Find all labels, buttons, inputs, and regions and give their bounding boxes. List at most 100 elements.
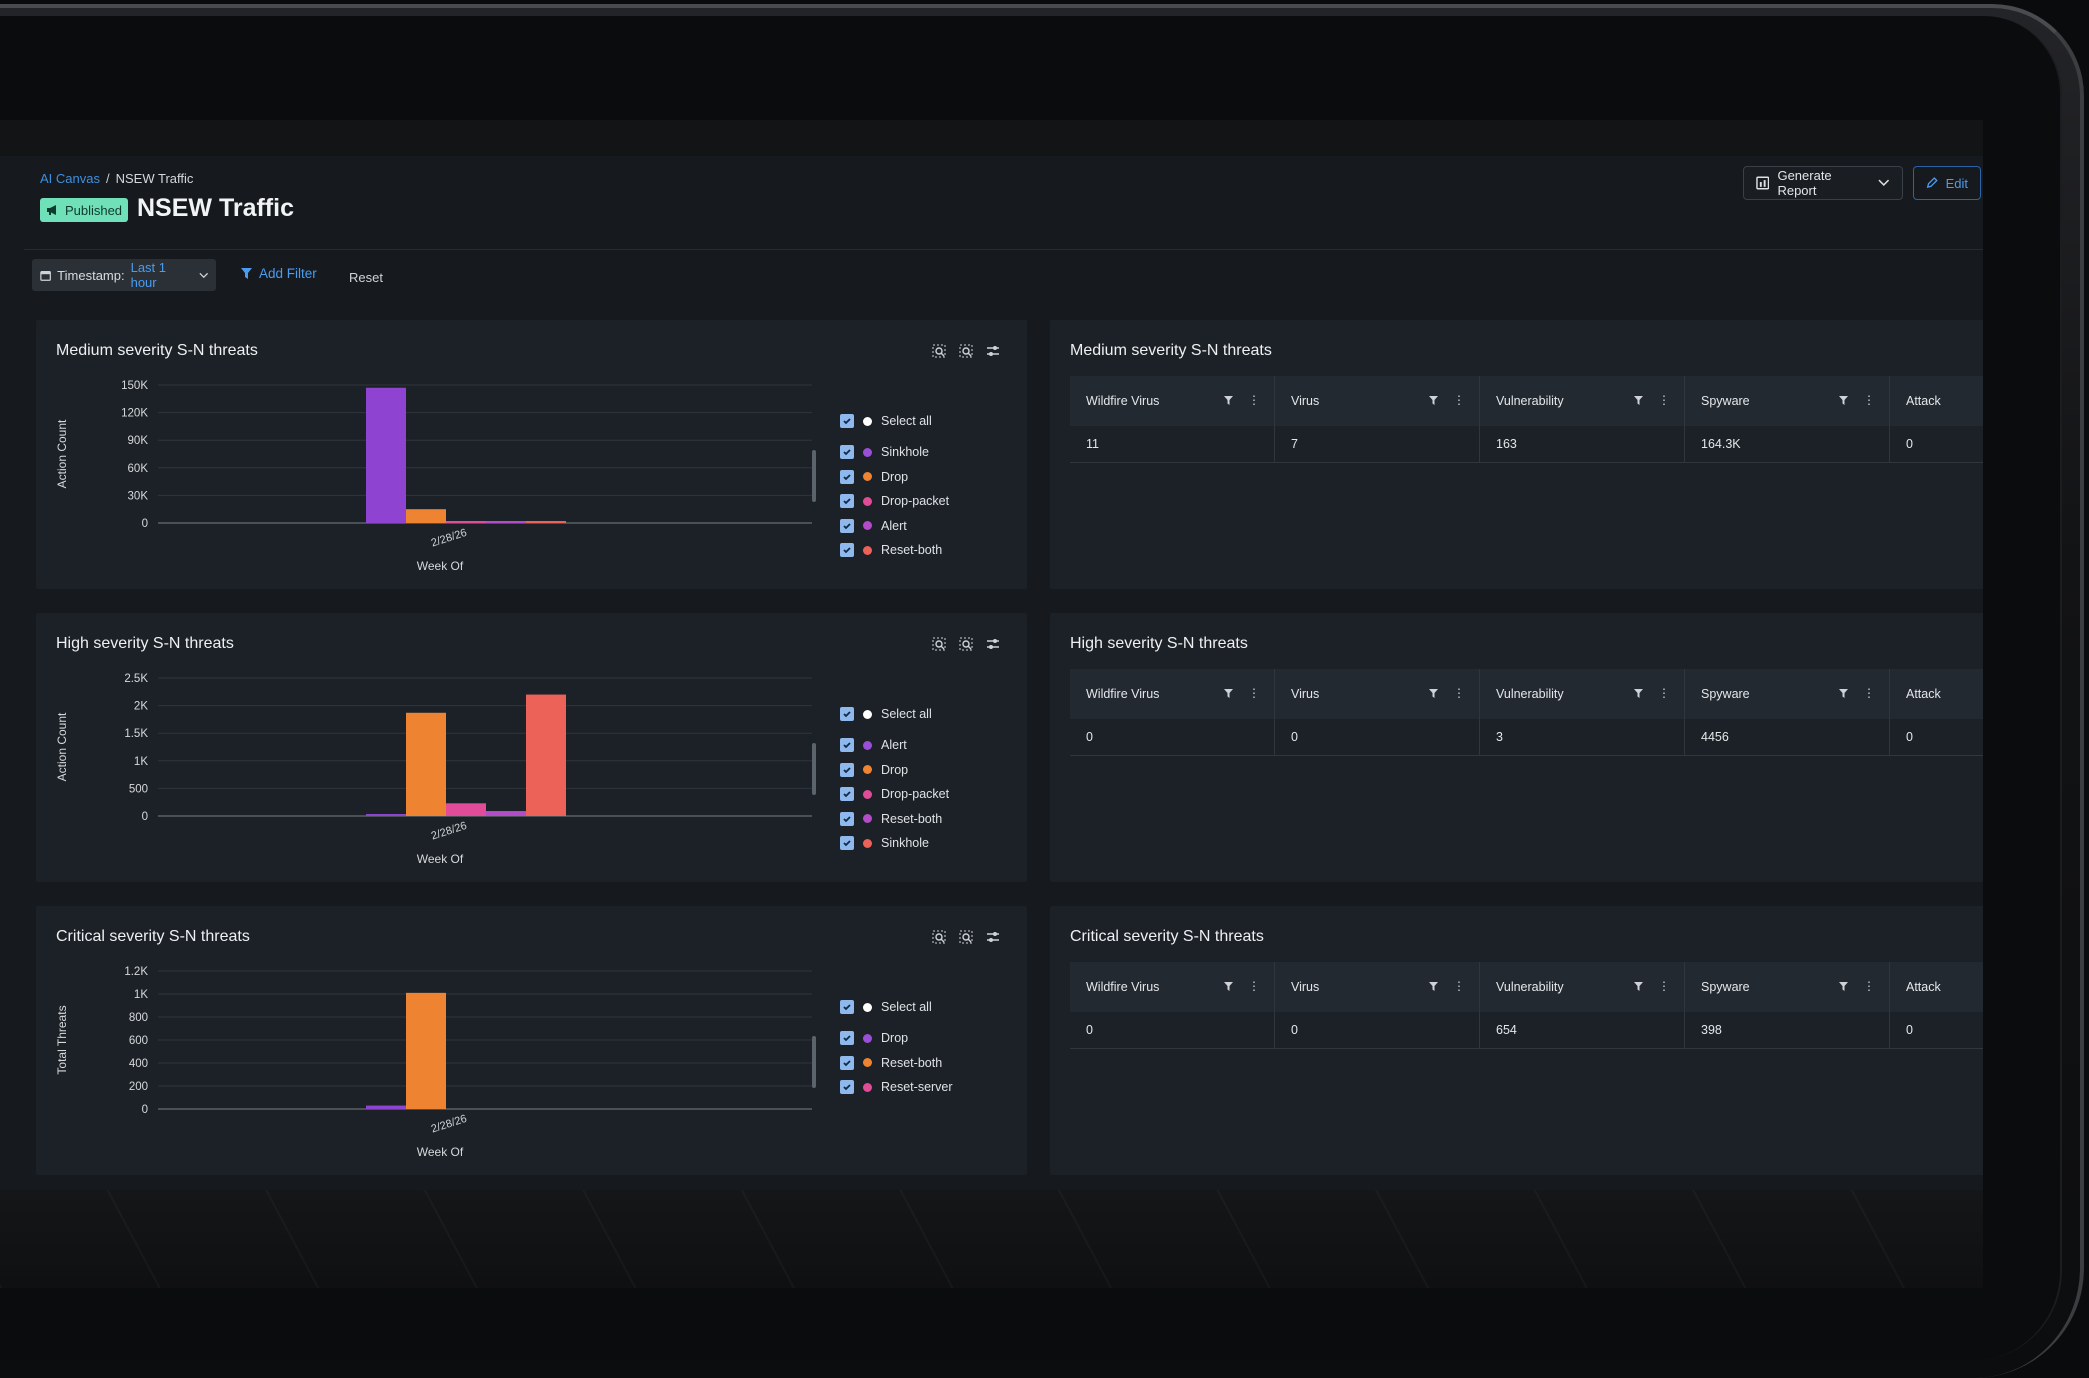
legend-item[interactable]: Drop [840, 469, 908, 485]
column-header[interactable]: Virus ⋮ [1275, 669, 1480, 719]
settings-sliders-icon[interactable] [986, 930, 1000, 944]
legend-item[interactable]: Sinkhole [840, 835, 929, 851]
filter-icon[interactable] [1838, 688, 1849, 699]
filter-icon[interactable] [1838, 395, 1849, 406]
column-menu-icon[interactable]: ⋮ [1658, 979, 1670, 993]
add-filter-button[interactable]: Add Filter [240, 266, 317, 281]
filter-icon[interactable] [1428, 688, 1439, 699]
add-filter-label: Add Filter [259, 266, 317, 281]
table-cell: 0 [1906, 1023, 1913, 1037]
timestamp-filter[interactable]: Timestamp: Last 1 hour [32, 259, 216, 291]
reset-button[interactable]: Reset [349, 270, 383, 285]
column-header[interactable]: Vulnerability ⋮ [1480, 376, 1685, 426]
column-header[interactable]: Vulnerability ⋮ [1480, 962, 1685, 1012]
zoom-in-icon[interactable] [932, 344, 946, 358]
checkbox-checked-icon[interactable] [840, 445, 854, 459]
filter-icon[interactable] [1223, 981, 1234, 992]
checkbox-checked-icon[interactable] [840, 836, 854, 850]
zoom-out-icon[interactable] [959, 930, 973, 944]
column-menu-icon[interactable]: ⋮ [1863, 393, 1875, 407]
legend-color-dot [863, 814, 872, 823]
legend-item[interactable]: Sinkhole [840, 444, 929, 460]
zoom-out-icon[interactable] [959, 637, 973, 651]
legend-item[interactable]: Select all [840, 413, 932, 429]
legend-item[interactable]: Reset-both [840, 1055, 942, 1071]
checkbox-checked-icon[interactable] [840, 469, 854, 484]
legend-item[interactable]: Drop-packet [840, 786, 949, 802]
checkbox-checked-icon[interactable] [840, 787, 854, 801]
checkbox-checked-icon[interactable] [840, 494, 854, 508]
generate-report-button[interactable]: Generate Report [1743, 166, 1903, 200]
breadcrumb-parent-link[interactable]: AI Canvas [40, 171, 100, 186]
column-header[interactable]: Wildfire Virus ⋮ [1070, 669, 1275, 719]
column-menu-icon[interactable]: ⋮ [1453, 979, 1465, 993]
filter-icon[interactable] [1223, 688, 1234, 699]
legend-item[interactable]: Reset-both [840, 811, 942, 827]
checkbox-checked-icon[interactable] [840, 518, 854, 533]
checkbox-checked-icon[interactable] [840, 1031, 854, 1045]
legend-label: Reset-both [881, 543, 943, 557]
column-menu-icon[interactable]: ⋮ [1248, 686, 1260, 700]
checkbox-checked-icon[interactable] [840, 1055, 854, 1070]
column-menu-icon[interactable]: ⋮ [1248, 979, 1260, 993]
zoom-in-icon[interactable] [932, 930, 946, 944]
column-header[interactable]: Attack [1890, 669, 1983, 719]
zoom-out-icon[interactable] [959, 344, 973, 358]
filter-icon[interactable] [1428, 981, 1439, 992]
column-header[interactable]: Wildfire Virus ⋮ [1070, 962, 1275, 1012]
filter-icon[interactable] [1428, 395, 1439, 406]
legend-scrollbar[interactable] [812, 1036, 816, 1088]
column-header[interactable]: Attack [1890, 376, 1983, 426]
checkbox-checked-icon[interactable] [840, 811, 854, 826]
checkbox-checked-icon[interactable] [840, 738, 854, 752]
column-menu-icon[interactable]: ⋮ [1248, 393, 1260, 407]
column-header[interactable]: Spyware ⋮ [1685, 376, 1890, 426]
column-header[interactable]: Wildfire Virus ⋮ [1070, 376, 1275, 426]
column-header[interactable]: Spyware ⋮ [1685, 669, 1890, 719]
edit-button[interactable]: Edit [1913, 166, 1981, 200]
checkbox-checked-icon[interactable] [840, 1080, 854, 1094]
checkbox-checked-icon[interactable] [840, 762, 854, 777]
filter-icon[interactable] [1223, 395, 1234, 406]
legend-item[interactable]: Alert [840, 518, 907, 534]
legend-item[interactable]: Alert [840, 737, 907, 753]
legend-scrollbar[interactable] [812, 450, 816, 502]
checkbox-checked-icon[interactable] [840, 1000, 854, 1014]
zoom-in-icon[interactable] [932, 637, 946, 651]
chart-medium: 150K 120K 90K 60K 30K 0 Action Count Week Of 2/2… [55, 380, 812, 573]
y-axis-label: Total Threats [55, 1005, 69, 1074]
filter-icon[interactable] [1838, 981, 1849, 992]
column-header[interactable]: Virus ⋮ [1275, 962, 1480, 1012]
filter-icon[interactable] [1633, 981, 1644, 992]
settings-sliders-icon[interactable] [986, 637, 1000, 651]
column-header[interactable]: Vulnerability ⋮ [1480, 669, 1685, 719]
column-menu-icon[interactable]: ⋮ [1658, 393, 1670, 407]
column-actions: ⋮ [1633, 979, 1670, 993]
legend-item[interactable]: Reset-both [840, 542, 942, 558]
column-menu-icon[interactable]: ⋮ [1863, 979, 1875, 993]
legend-item[interactable]: Reset-server [840, 1079, 953, 1095]
checkbox-checked-icon[interactable] [840, 543, 854, 557]
legend-item[interactable]: Drop [840, 1030, 908, 1046]
filter-icon[interactable] [1633, 688, 1644, 699]
column-header[interactable]: Virus ⋮ [1275, 376, 1480, 426]
y-tick-label: 2.5K [124, 673, 148, 685]
legend-item[interactable]: Select all [840, 706, 932, 722]
column-menu-icon[interactable]: ⋮ [1453, 393, 1465, 407]
column-menu-icon[interactable]: ⋮ [1658, 686, 1670, 700]
checkbox-checked-icon[interactable] [840, 707, 854, 721]
column-menu-icon[interactable]: ⋮ [1453, 686, 1465, 700]
column-menu-icon[interactable]: ⋮ [1863, 686, 1875, 700]
filter-icon[interactable] [1633, 395, 1644, 406]
legend-scrollbar[interactable] [812, 743, 816, 795]
checkbox-checked-icon[interactable] [840, 414, 854, 428]
settings-sliders-icon[interactable] [986, 344, 1000, 358]
legend-item[interactable]: Select all [840, 999, 932, 1015]
column-header[interactable]: Attack [1890, 962, 1983, 1012]
column-header-label: Virus [1291, 394, 1320, 408]
legend-item[interactable]: Drop [840, 762, 908, 778]
bar-drop [366, 1105, 406, 1109]
column-header[interactable]: Spyware ⋮ [1685, 962, 1890, 1012]
legend-item[interactable]: Drop-packet [840, 493, 949, 509]
column-header-label: Wildfire Virus [1086, 394, 1160, 408]
